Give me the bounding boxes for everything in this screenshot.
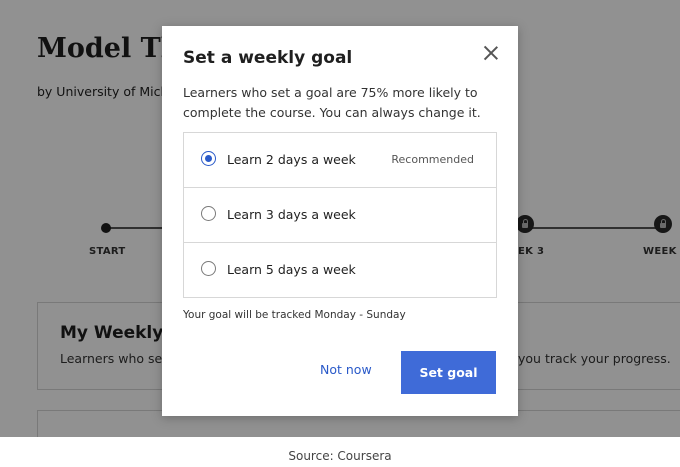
option-label: Learn 2 days a week [227, 152, 356, 167]
goal-options: Learn 2 days a week Recommended Learn 3 … [183, 132, 497, 298]
option-2-days[interactable]: Learn 2 days a week Recommended [184, 133, 496, 188]
radio-unselected-icon[interactable] [201, 261, 216, 276]
radio-unselected-icon[interactable] [201, 206, 216, 221]
set-goal-button[interactable]: Set goal [401, 351, 496, 394]
option-label: Learn 5 days a week [227, 262, 356, 277]
tracked-note: Your goal will be tracked Monday - Sunda… [183, 309, 406, 321]
option-5-days[interactable]: Learn 5 days a week [184, 243, 496, 297]
course-page: Model Th by University of Michi START EK… [0, 0, 680, 437]
dialog-description: Learners who set a goal are 75% more lik… [183, 85, 481, 120]
not-now-button[interactable]: Not now [320, 362, 372, 377]
option-3-days[interactable]: Learn 3 days a week [184, 188, 496, 243]
recommended-badge: Recommended [391, 153, 474, 166]
image-caption: Source: Coursera [288, 449, 392, 463]
dialog-title: Set a weekly goal [183, 48, 353, 68]
radio-selected-icon[interactable] [201, 151, 216, 166]
close-icon[interactable] [480, 42, 502, 64]
weekly-goal-dialog: Set a weekly goal Learners who set a goa… [162, 26, 518, 416]
option-label: Learn 3 days a week [227, 207, 356, 222]
